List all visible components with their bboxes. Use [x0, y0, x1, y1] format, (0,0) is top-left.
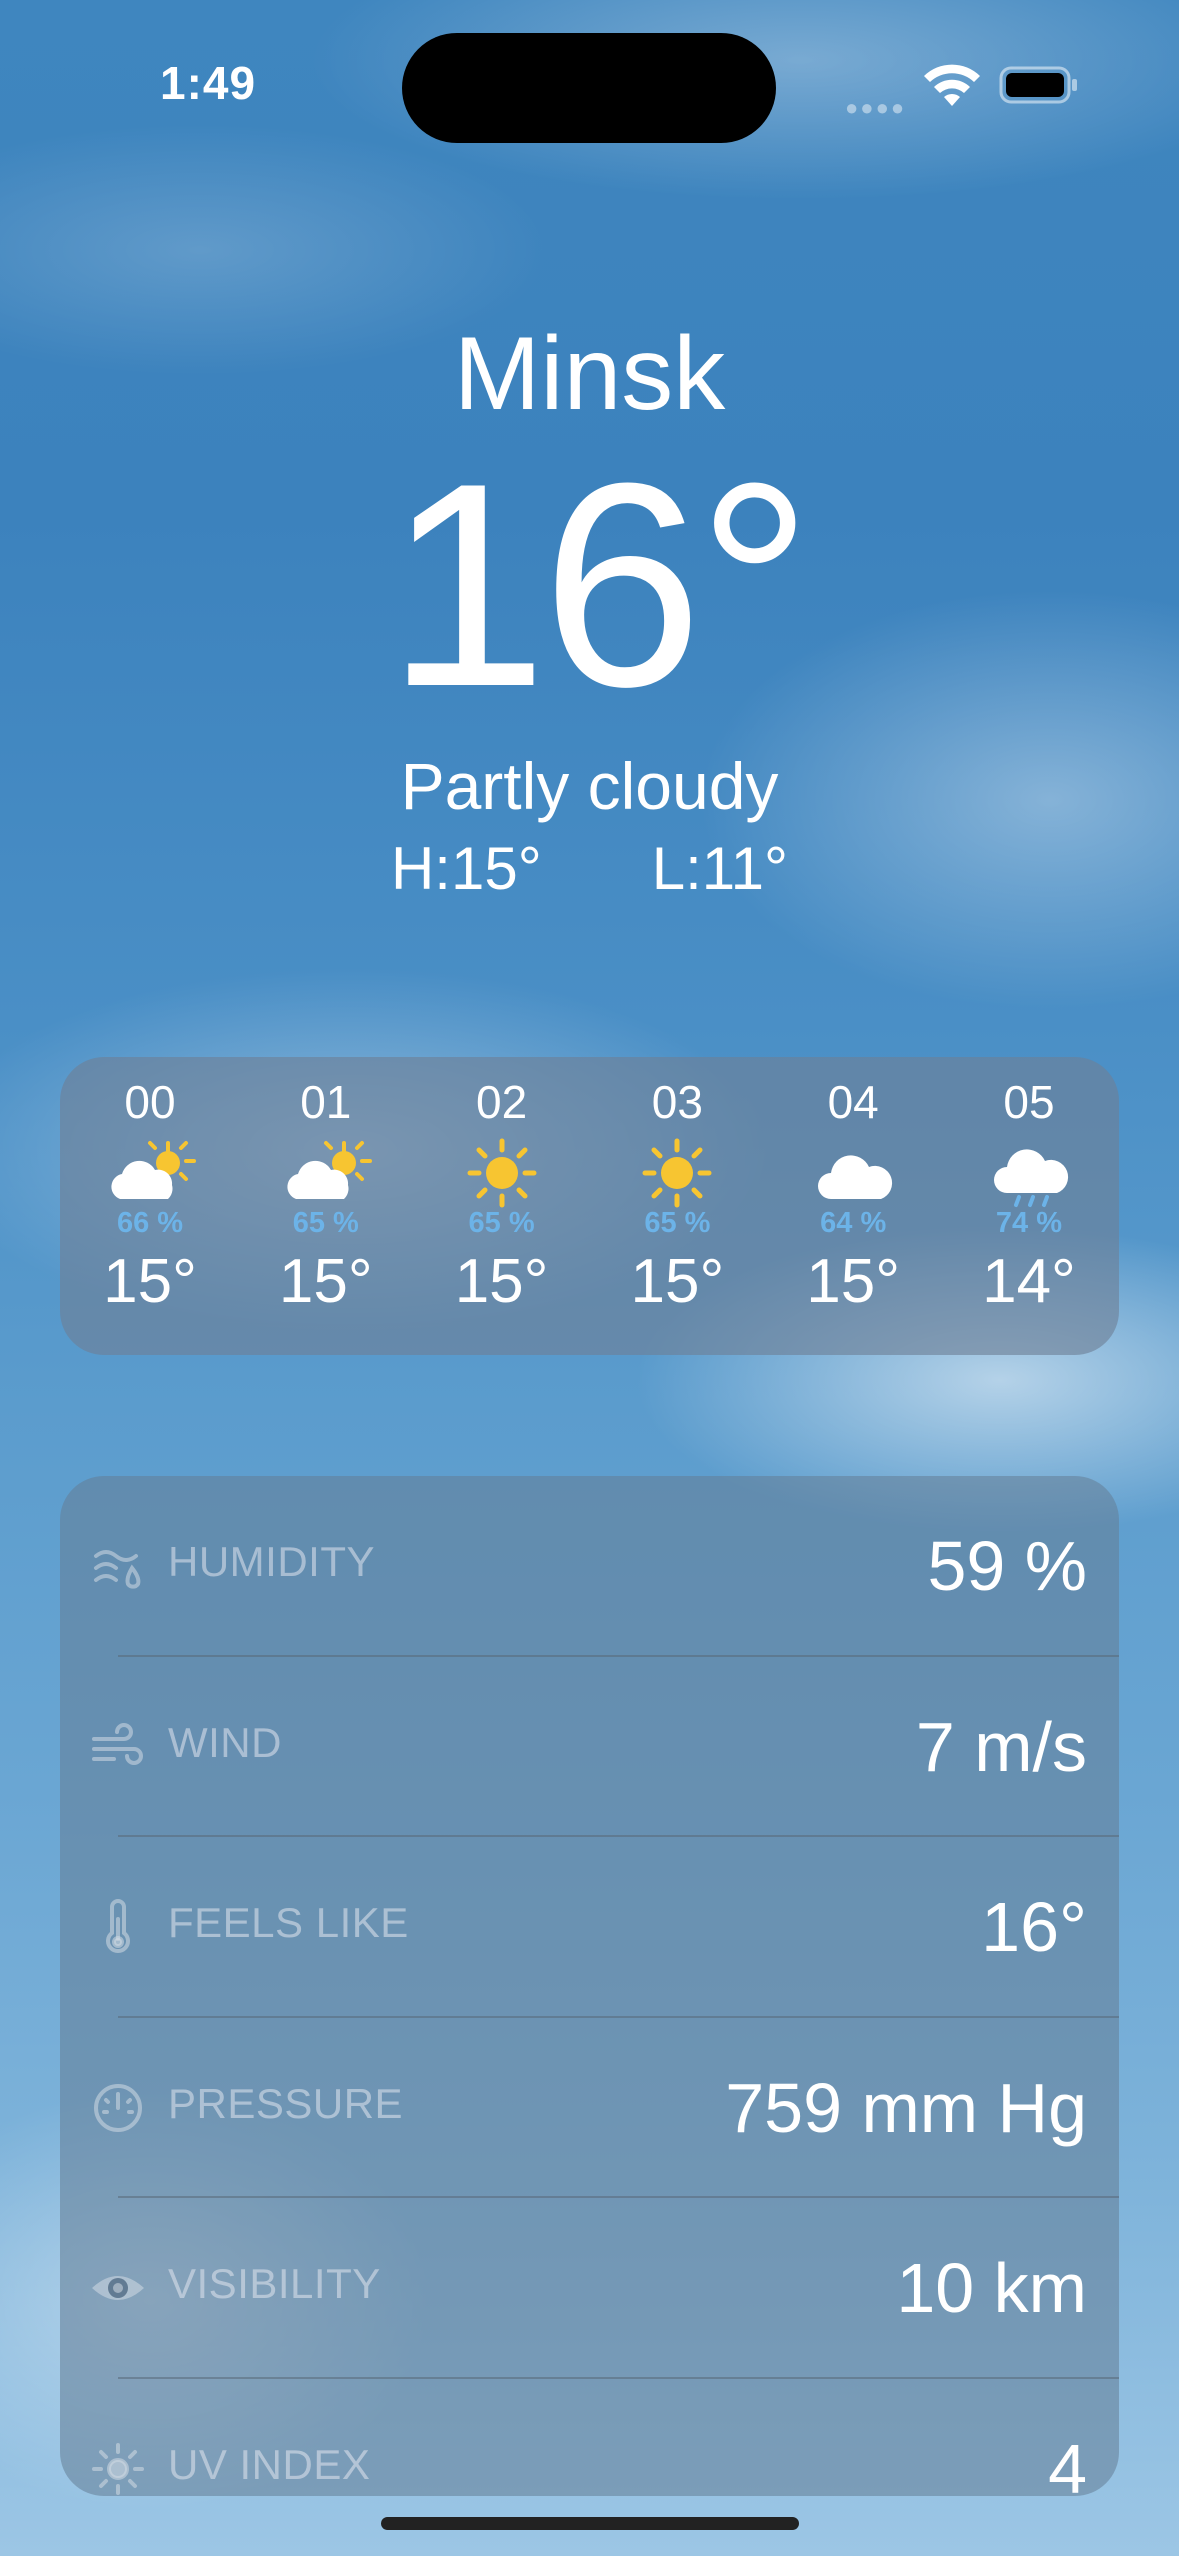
high-temp: H:15°: [390, 835, 542, 902]
wifi-icon: [924, 64, 980, 106]
detail-label: VISIBILITY: [168, 2260, 381, 2307]
detail-row-uv-index: UV INDEX 4: [60, 2379, 1119, 2497]
hour-label: 05: [1003, 1076, 1055, 1128]
status-time: 1:49: [160, 57, 257, 109]
hour-temp: 14°: [982, 1247, 1076, 1316]
detail-value: 759 mm Hg: [725, 2068, 1087, 2147]
battery-icon: [999, 66, 1077, 104]
detail-value: 16°: [981, 1888, 1087, 1966]
hourly-item: 05 74 % 14°: [944, 1057, 1114, 1355]
detail-row-visibility: VISIBILITY 10 km: [60, 2198, 1119, 2379]
hour-temp: 15°: [806, 1247, 901, 1316]
partly-cloudy-icon: [287, 1141, 372, 1199]
hour-label: 02: [476, 1076, 528, 1128]
precip-chance: 65 %: [292, 1207, 359, 1239]
hour-temp: 15°: [454, 1247, 549, 1316]
hourly-item: 00 66 % 15°: [65, 1057, 235, 1355]
sun-outline-icon: [92, 2442, 144, 2495]
precip-chance: 74 %: [995, 1207, 1063, 1239]
detail-row-feels-like: FEELS LIKE 16°: [60, 1837, 1119, 2018]
precip-chance: 65 %: [644, 1207, 711, 1239]
hour-label: 03: [651, 1076, 703, 1128]
detail-row-wind: WIND 7 m/s: [60, 1657, 1119, 1837]
detail-row-humidity: HUMIDITY 59 %: [60, 1476, 1119, 1657]
detail-value: 10 km: [896, 2249, 1087, 2327]
hourly-item: 03 65 % 15°: [592, 1057, 762, 1355]
weather-condition: Partly cloudy: [400, 749, 779, 823]
current-temperature: 16°: [386, 423, 813, 747]
wind-icon: [92, 1722, 143, 1765]
cloud-icon: [818, 1155, 893, 1199]
hour-temp: 15°: [278, 1247, 373, 1316]
hourly-forecast[interactable]: 00 66 % 15° 01 65 % 15° 02 65 % 15° 03 6…: [60, 1057, 1119, 1355]
humidity-icon: [94, 1550, 141, 1589]
detail-label: WIND: [168, 1718, 282, 1766]
detail-label: UV INDEX: [168, 2440, 371, 2488]
hour-label: 00: [124, 1076, 176, 1128]
detail-label: FEELS LIKE: [168, 1899, 409, 1946]
pressure-gauge-icon: [94, 2083, 142, 2132]
city-name: Minsk: [453, 316, 726, 432]
hour-temp: 15°: [630, 1247, 725, 1316]
home-indicator[interactable]: [381, 2517, 799, 2530]
sun-icon: [642, 1138, 712, 1208]
detail-value: 4: [1048, 2429, 1087, 2497]
detail-label: PRESSURE: [168, 2079, 404, 2127]
detail-value: 59 %: [927, 1527, 1087, 1605]
rain-cloud-icon: [993, 1149, 1069, 1207]
precip-chance: 66 %: [116, 1207, 184, 1239]
weather-details[interactable]: HUMIDITY 59 % WIND 7 m/s FEELS LIKE 16° …: [60, 1476, 1119, 2496]
detail-value: 7 m/s: [915, 1707, 1087, 1786]
sun-icon: [467, 1138, 537, 1208]
hourly-item: 04 64 % 15°: [768, 1057, 938, 1355]
hour-label: 01: [300, 1076, 352, 1128]
hour-label: 04: [827, 1076, 879, 1128]
dynamic-island: [402, 33, 776, 143]
hourly-item: 01 65 % 15°: [241, 1057, 411, 1355]
precip-chance: 65 %: [468, 1207, 535, 1239]
high-low: H:15° L:11°: [0, 834, 1179, 903]
precip-chance: 64 %: [820, 1207, 887, 1239]
partly-cloudy-icon: [111, 1141, 196, 1199]
hourly-item: 02 65 % 15°: [417, 1057, 587, 1355]
eye-icon: [92, 2276, 144, 2300]
detail-label: HUMIDITY: [168, 1538, 375, 1585]
low-temp: L:11°: [651, 835, 789, 902]
detail-row-pressure: PRESSURE 759 mm Hg: [60, 2018, 1119, 2198]
hour-temp: 15°: [103, 1247, 197, 1316]
thermometer-icon: [106, 1899, 130, 1953]
signal-dots-icon: ●●●●: [845, 95, 907, 120]
